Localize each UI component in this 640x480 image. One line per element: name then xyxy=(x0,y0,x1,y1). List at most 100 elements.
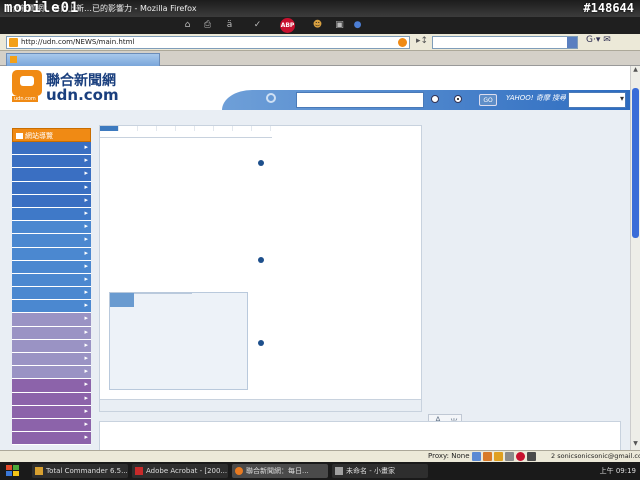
status-icons xyxy=(472,452,538,461)
news-tab-7[interactable] xyxy=(214,126,233,131)
firefox-icon[interactable] xyxy=(483,452,492,461)
bullet-icon xyxy=(258,160,264,166)
font-size-icon[interactable]: ä xyxy=(222,18,237,33)
web-page: udn.com 聯合新聞網 udn.com GO YAHOO! 奇摩 搜尋 網站… xyxy=(0,66,630,450)
watermark-logo: mobile01 xyxy=(4,0,80,16)
sidebar-item[interactable] xyxy=(12,155,91,169)
news-tabbar xyxy=(100,126,272,138)
udn-logo-icon[interactable] xyxy=(12,70,42,96)
sidebar-item[interactable] xyxy=(12,207,91,222)
sub-panel-tab[interactable] xyxy=(110,293,134,307)
home-icon[interactable]: ⌂ xyxy=(180,18,195,33)
tab-udn[interactable] xyxy=(6,53,160,66)
rss-icon[interactable] xyxy=(398,38,407,47)
news-tab-9[interactable] xyxy=(252,126,271,131)
sidebar-item[interactable] xyxy=(12,287,91,301)
adblock-plus-icon[interactable]: ABP xyxy=(280,18,295,33)
sidebar-item[interactable] xyxy=(12,234,91,248)
task-adobe-acrobat[interactable]: Adobe Acrobat - [200... xyxy=(132,464,228,478)
scroll-thumb[interactable] xyxy=(632,88,639,238)
sidebar-item[interactable] xyxy=(12,432,91,446)
news-tab-5[interactable] xyxy=(176,126,195,131)
firefox-task-icon xyxy=(235,467,243,475)
spellcheck-icon[interactable]: ✓ xyxy=(250,18,265,33)
sidebar-item[interactable] xyxy=(12,366,91,380)
sidebar-item[interactable] xyxy=(12,247,91,261)
news-tab-8[interactable] xyxy=(233,126,252,131)
sidebar-item[interactable] xyxy=(12,353,91,367)
sidebar-item[interactable] xyxy=(12,142,91,156)
watermark-id: #148644 xyxy=(583,1,634,15)
address-bar-row: http://udn.com/NEWS/main.html ▸↕ G·▾ ✉ xyxy=(0,34,640,51)
google-search-icon[interactable]: G·▾ ✉ xyxy=(586,35,611,45)
yahoo-search-label: YAHOO! 奇摩 搜尋 xyxy=(506,94,567,102)
acrobat-icon xyxy=(135,467,143,475)
left-navigation: 網站導覽 xyxy=(12,128,91,450)
sub-panel xyxy=(109,292,248,390)
nav-arrows-icon[interactable]: ▸↕ xyxy=(416,36,428,46)
sidebar-item[interactable] xyxy=(12,194,91,208)
search-engine-icon[interactable] xyxy=(567,37,577,48)
search-scope-radio-2[interactable] xyxy=(454,95,462,103)
windows-taskbar: Total Commander 6.5... Adobe Acrobat - [… xyxy=(0,462,640,480)
print-icon[interactable]: ⎙ xyxy=(200,18,215,33)
page-scrollbar[interactable]: ▲ ▼ xyxy=(630,66,640,450)
news-tab-6[interactable] xyxy=(195,126,214,131)
task-firefox[interactable]: 聯合新聞網：每日... xyxy=(232,464,328,478)
site-header: udn.com 聯合新聞網 udn.com GO YAHOO! 奇摩 搜尋 xyxy=(0,66,630,110)
news-tab-1[interactable] xyxy=(100,126,119,131)
url-input[interactable]: http://udn.com/NEWS/main.html xyxy=(6,36,410,49)
mail-status[interactable]: 2 sonicsonicsonic@gmail.com xyxy=(551,452,640,460)
panel-footer xyxy=(100,399,421,411)
sidebar-item[interactable] xyxy=(12,221,91,235)
nav-header-icon xyxy=(16,133,23,139)
extension-icon[interactable] xyxy=(494,452,503,461)
news-tab-4[interactable] xyxy=(157,126,176,131)
sidebar-item[interactable] xyxy=(12,326,91,340)
sidebar-item[interactable] xyxy=(12,339,91,353)
sidebar-item[interactable] xyxy=(12,273,91,288)
status-bar: Proxy: None 2 sonicsonicsonic@gmail.com xyxy=(0,450,640,462)
search-go-button[interactable]: GO xyxy=(479,94,497,106)
search-category-select[interactable] xyxy=(568,92,626,108)
tab-strip xyxy=(0,51,640,66)
sidebar-item[interactable] xyxy=(12,379,91,393)
tool-icon[interactable] xyxy=(505,452,514,461)
user-icon[interactable]: ☻ xyxy=(310,18,325,33)
main-content-panel xyxy=(99,125,422,412)
task-total-commander[interactable]: Total Commander 6.5... xyxy=(32,464,128,478)
sub-panel-divider xyxy=(134,293,192,297)
news-tab-2[interactable] xyxy=(119,126,138,131)
mail-icon[interactable] xyxy=(527,452,536,461)
scroll-down-icon[interactable]: ▼ xyxy=(631,440,640,450)
trash-icon[interactable]: ▣ xyxy=(332,18,347,33)
sidebar-item[interactable] xyxy=(12,168,91,182)
task-paint[interactable]: 未命名 - 小畫家 xyxy=(332,464,428,478)
bullet-icon xyxy=(258,340,264,346)
search-scope-radio-1[interactable] xyxy=(431,95,439,103)
sidebar-item[interactable] xyxy=(12,405,91,419)
paint-icon xyxy=(335,467,343,475)
logo-english[interactable]: udn.com xyxy=(46,86,119,104)
site-search-input[interactable] xyxy=(296,92,424,108)
sidebar-item[interactable] xyxy=(12,313,91,327)
news-tab-3[interactable] xyxy=(138,126,157,131)
adblock-status-icon[interactable] xyxy=(516,452,525,461)
windows-start-icon[interactable] xyxy=(6,465,20,477)
sidebar-item[interactable] xyxy=(12,260,91,274)
system-clock[interactable]: 上午 09:19 xyxy=(600,466,636,476)
scroll-up-icon[interactable]: ▲ xyxy=(631,66,640,76)
proxy-status[interactable]: Proxy: None xyxy=(428,452,470,460)
window-title-bar: 聯合新聞網：每日上新…已的影響力 - Mozilla Firefox mobil… xyxy=(0,0,640,17)
nav-header: 網站導覽 xyxy=(12,128,91,142)
total-commander-icon xyxy=(35,467,43,475)
logo-sub: udn.com xyxy=(12,96,38,102)
search-input[interactable] xyxy=(432,36,578,49)
sidebar-item[interactable] xyxy=(12,418,91,433)
search-band: GO YAHOO! 奇摩 搜尋 xyxy=(222,90,630,110)
sidebar-item[interactable] xyxy=(12,181,91,195)
sidebar-item[interactable] xyxy=(12,300,91,314)
page-info-icon[interactable] xyxy=(472,452,481,461)
sidebar-item[interactable] xyxy=(12,392,91,406)
dropdown-icon[interactable]: ● xyxy=(350,18,365,33)
